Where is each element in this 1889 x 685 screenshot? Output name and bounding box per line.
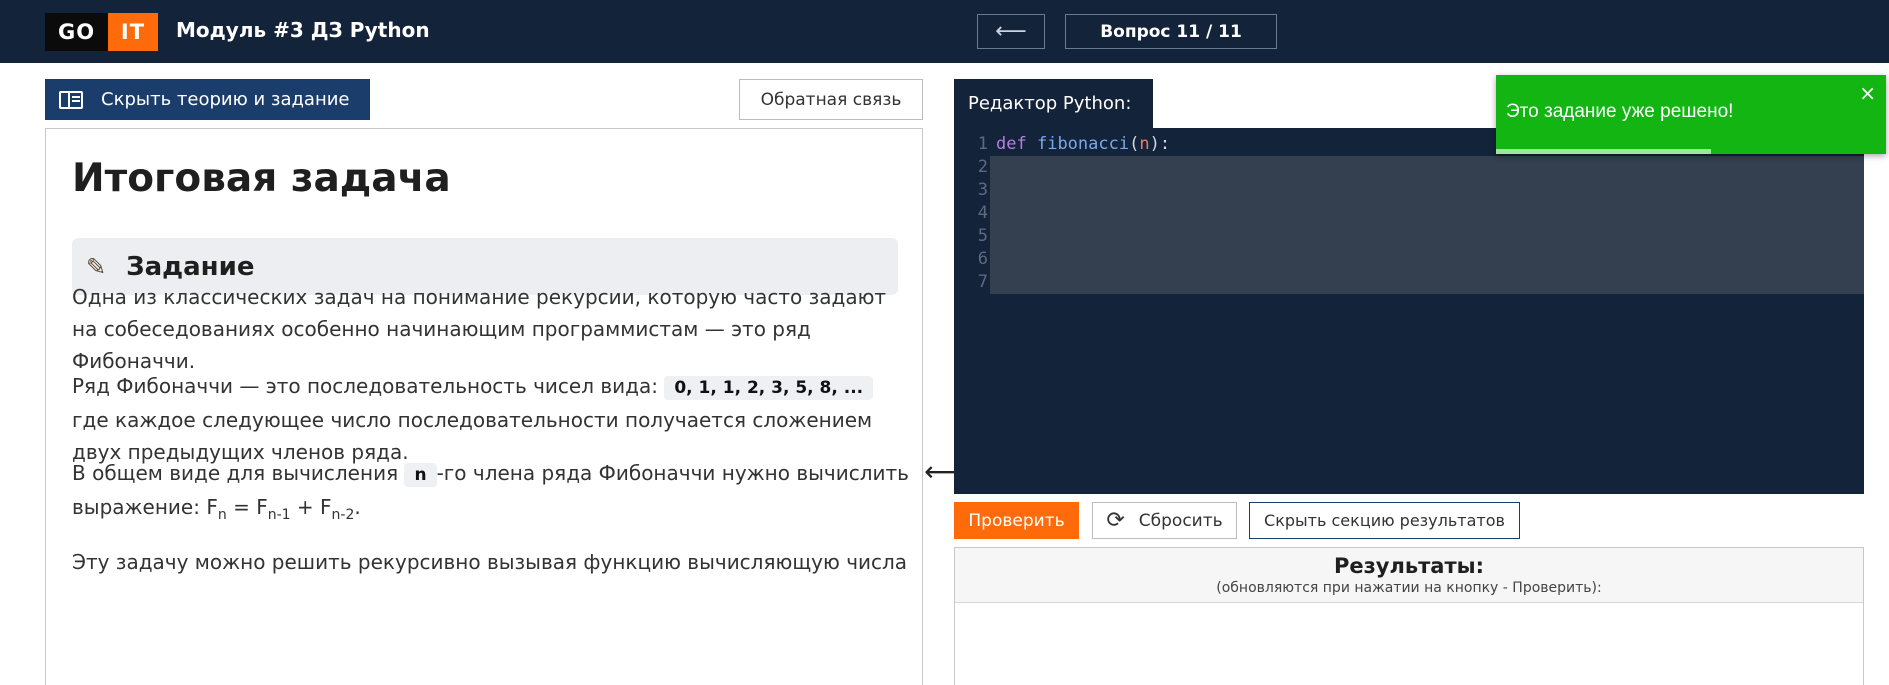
code-line[interactable]: 4 <box>954 203 1864 226</box>
pencil-icon: ✎ <box>86 252 107 281</box>
code-line[interactable]: 7 <box>954 272 1864 295</box>
feedback-button[interactable]: Обратная связь <box>739 79 923 120</box>
book-icon <box>59 90 83 109</box>
toast-message: Это задание уже решено! <box>1506 101 1734 122</box>
close-icon[interactable]: × <box>1859 81 1876 105</box>
question-counter: Вопрос 11 / 11 <box>1065 14 1277 49</box>
refresh-icon: ⟳ <box>1106 508 1125 533</box>
results-title: Результаты: <box>1333 554 1485 578</box>
hide-theory-button[interactable]: Скрыть теорию и задание <box>45 79 370 120</box>
code-line[interactable]: 5 <box>954 226 1864 249</box>
goit-logo[interactable]: GO IT <box>45 13 158 51</box>
code-line[interactable]: 2 <box>954 157 1864 180</box>
reset-label: Сбросить <box>1138 510 1223 531</box>
top-header: GO IT Модуль #3 ДЗ Python ⟵ Вопрос 11 / … <box>0 0 1889 63</box>
logo-it: IT <box>108 13 158 51</box>
success-toast: Это задание уже решено! × <box>1496 75 1886 154</box>
sequence-code: 0, 1, 1, 2, 3, 5, 8, ... <box>664 376 874 400</box>
paragraph-fibonacci-definition: Ряд Фибоначчи — это последовательность ч… <box>72 374 874 464</box>
results-subtitle: (обновляются при нажатии на кнопку - Про… <box>1216 580 1602 596</box>
page-title: Итоговая задача <box>72 156 451 201</box>
results-panel: Результаты: (обновляются при нажатии на … <box>954 547 1864 685</box>
reset-button[interactable]: ⟳ Сбросить <box>1092 502 1237 539</box>
hide-theory-label: Скрыть теорию и задание <box>101 89 350 110</box>
hide-results-button[interactable]: Скрыть секцию результатов <box>1249 502 1520 539</box>
code-line[interactable]: 6 <box>954 249 1864 272</box>
paragraph-formula: В общем виде для вычисления n -го члена р… <box>72 461 909 523</box>
toast-progress-bar <box>1496 149 1711 154</box>
theory-panel: Итоговая задача ✎ Задание Одна из класси… <box>45 128 923 685</box>
code-line[interactable]: 3 <box>954 180 1864 203</box>
check-button[interactable]: Проверить <box>954 502 1079 539</box>
arrow-left-icon: ⟵ <box>995 19 1027 44</box>
paragraph-intro: Одна из классических задач на понимание … <box>72 285 887 373</box>
paragraph-recursion: Эту задачу можно решить рекурсивно вызыв… <box>72 550 908 574</box>
code-editor[interactable]: 1 def fibonacci(n): 2 3 4 5 6 7 <box>954 128 1864 494</box>
task-label: Задание <box>126 251 255 282</box>
module-title: Модуль #3 ДЗ Python <box>176 18 430 42</box>
n-code: n <box>404 463 437 487</box>
results-header: Результаты: (обновляются при нажатии на … <box>955 548 1863 603</box>
previous-question-button[interactable]: ⟵ <box>977 14 1045 49</box>
editor-tab[interactable]: Редактор Python: <box>954 79 1153 128</box>
logo-go: GO <box>45 13 108 51</box>
